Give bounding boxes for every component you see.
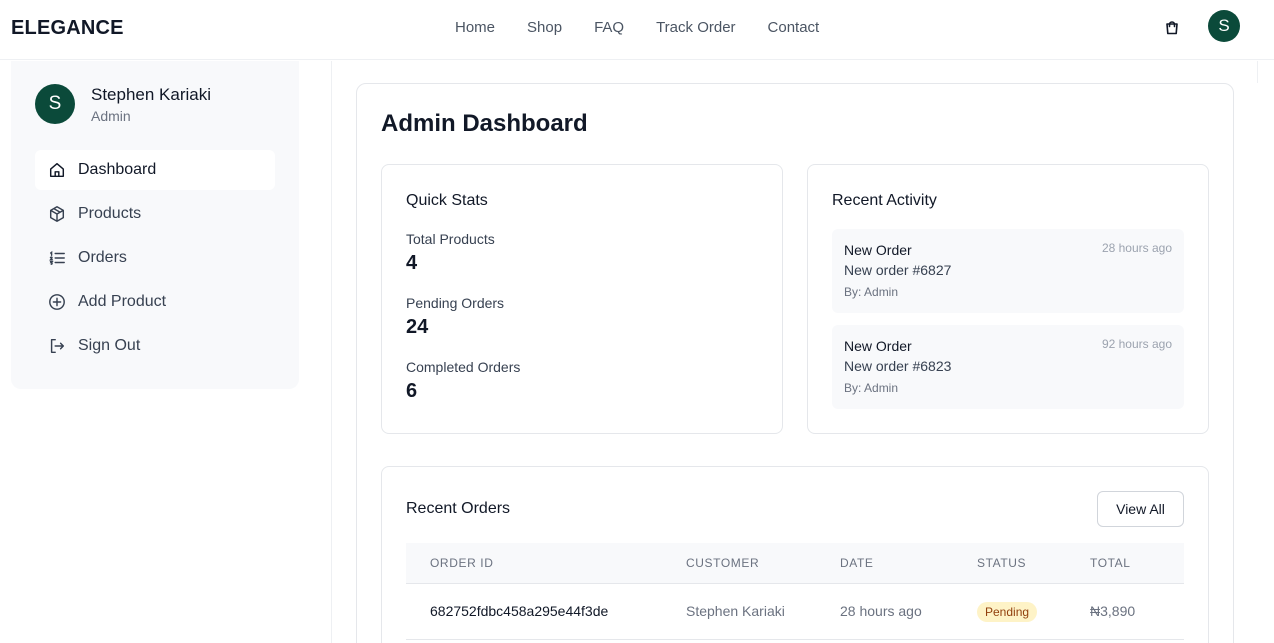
activity-item: New Order New order #6827 By: Admin 28 h…: [832, 229, 1184, 313]
activity-time: 28 hours ago: [1101, 241, 1172, 255]
sidebar-menu: Dashboard Products Orders Add Product Si…: [35, 150, 275, 370]
recent-orders-panel: Recent Orders View All ORDER ID CUSTOMER…: [381, 466, 1209, 643]
activity-description: New order #6823: [844, 358, 952, 374]
sidebar-item-label: Sign Out: [78, 337, 141, 354]
column-header-order-id[interactable]: ORDER ID: [430, 556, 493, 570]
sidebar-item-orders[interactable]: Orders: [35, 238, 275, 278]
activity-description: New order #6827: [844, 262, 952, 278]
order-id[interactable]: 682752fdbc458a295e44f3de: [430, 603, 608, 619]
sidebar-item-label: Add Product: [78, 293, 167, 310]
activity-item: New Order New order #6823 By: Admin 92 h…: [832, 325, 1184, 409]
user-avatar[interactable]: S: [1208, 10, 1240, 42]
profile-name: Stephen Kariaki: [91, 85, 212, 104]
activity-title: New Order: [844, 242, 912, 258]
recent-activity-panel: Recent Activity New Order New order #682…: [807, 164, 1209, 434]
nav-track-order[interactable]: Track Order: [656, 19, 735, 36]
profile-role: Admin: [91, 108, 131, 124]
column-header-total[interactable]: TOTAL: [1090, 556, 1131, 570]
column-header-customer[interactable]: CUSTOMER: [686, 556, 759, 570]
shopping-bag-icon[interactable]: [1162, 18, 1182, 38]
table-header: ORDER ID CUSTOMER DATE STATUS TOTAL: [406, 543, 1184, 584]
page-title: Admin Dashboard: [381, 110, 588, 137]
column-header-status[interactable]: STATUS: [977, 556, 1026, 570]
nav-shop[interactable]: Shop: [527, 19, 562, 36]
main-right-border: [1257, 61, 1258, 83]
activity-author: By: Admin: [844, 381, 899, 395]
activity-time: 92 hours ago: [1101, 337, 1172, 351]
activity-title: New Order: [844, 338, 912, 354]
order-total: ₦3,890: [1090, 603, 1136, 619]
brand-logo[interactable]: ELEGANCE: [11, 17, 124, 40]
sidebar-item-sign-out[interactable]: Sign Out: [35, 326, 275, 366]
stat-label-pending-orders: Pending Orders: [406, 295, 505, 311]
order-customer: Stephen Kariaki: [686, 603, 785, 619]
dashboard-card: Admin Dashboard Quick Stats Total Produc…: [356, 83, 1234, 643]
nav-home[interactable]: Home: [455, 19, 495, 36]
status-badge: Pending: [977, 602, 1038, 622]
main-left-border: [331, 61, 332, 643]
quick-stats-title: Quick Stats: [406, 192, 488, 209]
sidebar-item-label: Orders: [78, 249, 127, 266]
recent-activity-title: Recent Activity: [832, 192, 937, 209]
quick-stats-panel: Quick Stats Total Products 4 Pending Ord…: [381, 164, 783, 434]
top-header: ELEGANCE Home Shop FAQ Track Order Conta…: [0, 0, 1274, 60]
home-icon: [49, 162, 65, 178]
sidebar-item-products[interactable]: Products: [35, 194, 275, 234]
main-nav: Home Shop FAQ Track Order Contact: [455, 19, 851, 36]
profile-avatar: S: [35, 84, 75, 124]
column-header-date[interactable]: DATE: [840, 556, 874, 570]
orders-table: ORDER ID CUSTOMER DATE STATUS TOTAL 6827…: [406, 543, 1184, 640]
view-all-button[interactable]: View All: [1097, 491, 1184, 527]
list-icon: [49, 250, 65, 265]
nav-contact[interactable]: Contact: [768, 19, 820, 36]
sidebar-item-label: Dashboard: [78, 161, 157, 178]
sidebar-item-label: Products: [78, 205, 142, 222]
stat-label-completed-orders: Completed Orders: [406, 359, 521, 375]
package-icon: [49, 206, 65, 222]
stat-value-total-products: 4: [406, 252, 418, 274]
recent-orders-title: Recent Orders: [406, 500, 511, 517]
nav-faq[interactable]: FAQ: [594, 19, 624, 36]
sign-out-icon: [50, 338, 65, 354]
sidebar-item-add-product[interactable]: Add Product: [35, 282, 275, 322]
stat-value-completed-orders: 6: [406, 380, 418, 402]
table-row[interactable]: 682752fdbc458a295e44f3de Stephen Kariaki…: [406, 584, 1184, 640]
admin-sidebar: S Stephen Kariaki Admin Dashboard Produc…: [11, 61, 299, 389]
plus-circle-icon: [49, 294, 65, 310]
activity-author: By: Admin: [844, 285, 899, 299]
sidebar-item-dashboard[interactable]: Dashboard: [35, 150, 275, 190]
stat-value-pending-orders: 24: [406, 316, 429, 338]
stat-label-total-products: Total Products: [406, 231, 495, 247]
order-date: 28 hours ago: [840, 603, 922, 619]
